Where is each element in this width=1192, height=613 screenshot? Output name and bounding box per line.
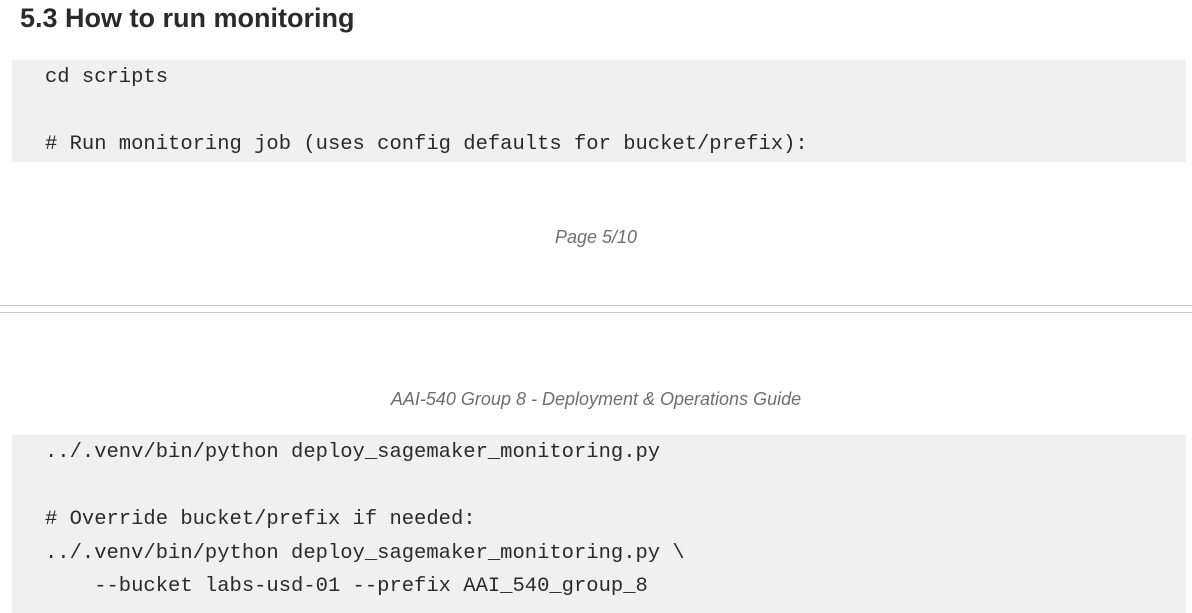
page-break-divider: [0, 305, 1192, 313]
document-header-title: AAI-540 Group 8 - Deployment & Operation…: [390, 389, 802, 409]
code-block-bottom: ../.venv/bin/python deploy_sagemaker_mon…: [12, 435, 1186, 613]
code-line: # Run monitoring job (uses config defaul…: [45, 133, 808, 156]
section-heading: 5.3 How to run monitoring: [20, 3, 355, 33]
code-line: ../.venv/bin/python deploy_sagemaker_mon…: [45, 541, 685, 565]
code-line: --bucket labs-usd-01 --prefix AAI_540_gr…: [45, 575, 648, 598]
page-number: Page 5/10: [554, 227, 638, 247]
code-line: cd scripts: [45, 66, 169, 89]
code-line: ../.venv/bin/python deploy_sagemaker_mon…: [45, 441, 661, 464]
code-line: # Override bucket/prefix if needed:: [45, 508, 476, 531]
code-block-top: cd scripts # Run monitoring job (uses con…: [12, 60, 1186, 162]
